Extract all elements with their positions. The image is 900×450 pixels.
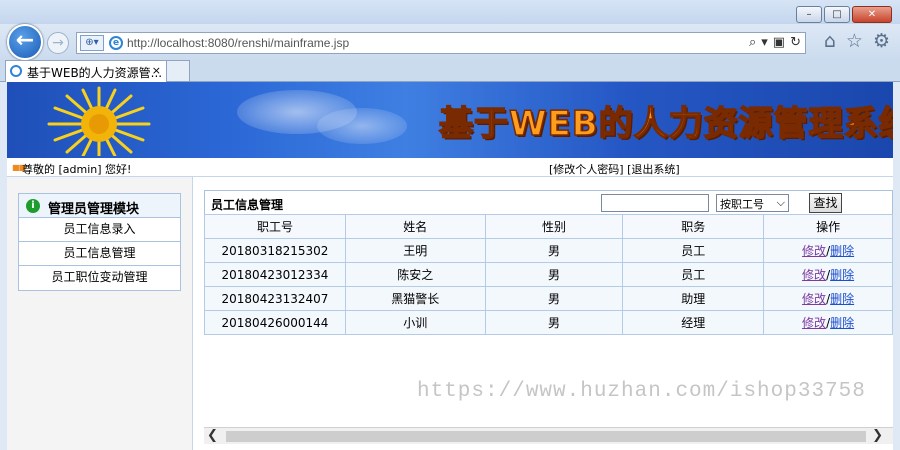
welcome-greeting: 尊敬的 [admin] 您好! <box>22 163 132 176</box>
cell-actions: 修改/删除 <box>763 238 893 263</box>
cell-name: 陈安之 <box>344 262 486 287</box>
ie-logo-icon: e <box>109 36 123 50</box>
page-content: 基于WEB的人力资源管理系统 ■■ 尊敬的 [admin] 您好! [修改个人密… <box>7 82 893 450</box>
compat-page-icon[interactable]: ▣ <box>773 35 785 50</box>
cell-gender: 男 <box>484 238 624 263</box>
delete-link[interactable]: 删除 <box>830 244 854 258</box>
navigation-bar: ← → ⊕▾ e http://localhost:8080/renshi/ma… <box>0 24 900 60</box>
cell-id: 20180318215302 <box>204 238 346 263</box>
cell-name: 黑猫警长 <box>344 286 486 311</box>
cell-actions: 修改/删除 <box>763 262 893 287</box>
welcome-bar: ■■ 尊敬的 [admin] 您好! [修改个人密码] [退出系统] <box>7 158 893 177</box>
column-header: 性别 <box>484 214 624 239</box>
sidebar-item-position-change[interactable]: 员工职位变动管理 <box>19 266 180 290</box>
horizontal-scrollbar[interactable]: ❮ ❯ <box>204 427 893 444</box>
home-icon[interactable]: ⌂ <box>824 30 836 52</box>
delete-link[interactable]: 删除 <box>830 316 854 330</box>
star-icon[interactable]: ☆ <box>846 30 863 52</box>
watermark: https://www.huzhan.com/ishop33758 <box>417 380 866 403</box>
scroll-right-icon[interactable]: ❯ <box>872 428 883 443</box>
cell-position: 助理 <box>622 286 765 311</box>
table-header-row: 职工号 姓名 性别 职务 操作 <box>204 214 893 239</box>
employee-management-panel: 员工信息管理 按职工号 ⌵ 查找 职工号 姓名 性别 职务 操作 2018031… <box>204 190 893 338</box>
forward-button[interactable]: → <box>47 32 69 54</box>
change-password-link[interactable]: [修改个人密码] <box>549 163 624 176</box>
sidebar-item-employee-management[interactable]: 员工信息管理 <box>19 242 180 266</box>
compat-view-icon[interactable]: ⊕▾ <box>80 35 104 51</box>
tab-title: 基于WEB的人力资源管... <box>27 66 163 80</box>
user-links: [修改个人密码] [退出系统] <box>549 161 680 177</box>
edit-link[interactable]: 修改 <box>802 268 826 282</box>
address-bar[interactable]: ⊕▾ e http://localhost:8080/renshi/mainfr… <box>76 32 806 54</box>
search-button[interactable]: 查找 <box>809 193 842 213</box>
window-titlebar: – □ ✕ <box>0 0 900 24</box>
tab-bar: 基于WEB的人力资源管... × <box>0 60 900 82</box>
window-controls: – □ ✕ <box>796 6 892 23</box>
column-header: 姓名 <box>344 214 486 239</box>
gear-icon[interactable]: ⚙ <box>873 30 890 52</box>
header-banner: 基于WEB的人力资源管理系统 <box>7 82 893 158</box>
employee-table: 职工号 姓名 性别 职务 操作 20180318215302 王明男员工 修改/删除… <box>204 214 893 335</box>
sidebar: i 管理员管理模块 员工信息录入 员工信息管理 员工职位变动管理 <box>7 177 193 450</box>
refresh-icon[interactable]: ↻ <box>790 35 801 50</box>
cell-gender: 男 <box>484 310 624 335</box>
cell-id: 20180426000144 <box>204 310 346 335</box>
cell-position: 经理 <box>622 310 765 335</box>
info-icon: i <box>26 199 40 213</box>
dandelion-image <box>47 86 151 156</box>
delete-link[interactable]: 删除 <box>830 268 854 282</box>
close-window-button[interactable]: ✕ <box>852 6 892 23</box>
cell-name: 小训 <box>344 310 486 335</box>
edit-link[interactable]: 修改 <box>802 316 826 330</box>
scrollbar-thumb[interactable] <box>226 431 866 442</box>
search-input[interactable] <box>601 194 709 212</box>
column-header: 职务 <box>622 214 765 239</box>
edit-link[interactable]: 修改 <box>802 292 826 306</box>
cell-name: 王明 <box>344 238 486 263</box>
admin-module-panel: i 管理员管理模块 员工信息录入 员工信息管理 员工职位变动管理 <box>18 193 181 291</box>
cell-id: 20180423012334 <box>204 262 346 287</box>
panel-header: 员工信息管理 按职工号 ⌵ 查找 <box>204 190 893 214</box>
restore-button[interactable]: □ <box>824 6 850 23</box>
browser-tab[interactable]: 基于WEB的人力资源管... × <box>5 60 168 82</box>
new-tab-button[interactable] <box>166 60 190 82</box>
panel-title: 员工信息管理 <box>211 198 284 212</box>
cell-actions: 修改/删除 <box>763 310 893 335</box>
search-type-value: 按职工号 <box>720 198 764 211</box>
address-url[interactable]: http://localhost:8080/renshi/mainframe.j… <box>127 36 349 50</box>
column-header: 职工号 <box>204 214 346 239</box>
table-row: 20180426000144 小训男经理 修改/删除 <box>204 310 893 335</box>
address-tools: ⌕ ▾ ▣ ↻ <box>749 35 801 50</box>
chevron-down-icon: ⌵ <box>776 196 785 209</box>
cell-actions: 修改/删除 <box>763 286 893 311</box>
sidebar-item-employee-entry[interactable]: 员工信息录入 <box>19 218 180 242</box>
tab-ie-icon <box>10 65 22 77</box>
system-title: 基于WEB的人力资源管理系统 <box>438 103 893 145</box>
delete-link[interactable]: 删除 <box>830 292 854 306</box>
cloud-decoration <box>317 108 407 144</box>
table-row: 20180423132407 黑猫警长男助理 修改/删除 <box>204 286 893 311</box>
browser-toolbar-icons: ⌂ ☆ ⚙ <box>824 30 890 52</box>
cell-position: 员工 <box>622 262 765 287</box>
cell-position: 员工 <box>622 238 765 263</box>
cell-gender: 男 <box>484 262 624 287</box>
table-row: 20180423012334 陈安之男员工 修改/删除 <box>204 262 893 287</box>
back-button[interactable]: ← <box>7 24 43 60</box>
search-type-select[interactable]: 按职工号 ⌵ <box>716 194 789 212</box>
cell-id: 20180423132407 <box>204 286 346 311</box>
cell-gender: 男 <box>484 286 624 311</box>
scroll-left-icon[interactable]: ❮ <box>207 428 218 443</box>
column-header: 操作 <box>763 214 893 239</box>
table-row: 20180318215302 王明男员工 修改/删除 <box>204 238 893 263</box>
dropdown-arrow-icon[interactable]: ▾ <box>761 35 768 50</box>
search-icon[interactable]: ⌕ <box>749 35 756 50</box>
tab-close-button[interactable]: × <box>152 64 161 77</box>
logout-link[interactable]: [退出系统] <box>627 163 680 176</box>
minimize-button[interactable]: – <box>796 6 822 23</box>
panel-header: i 管理员管理模块 <box>19 194 180 218</box>
edit-link[interactable]: 修改 <box>802 244 826 258</box>
panel-title: 管理员管理模块 <box>48 202 140 217</box>
